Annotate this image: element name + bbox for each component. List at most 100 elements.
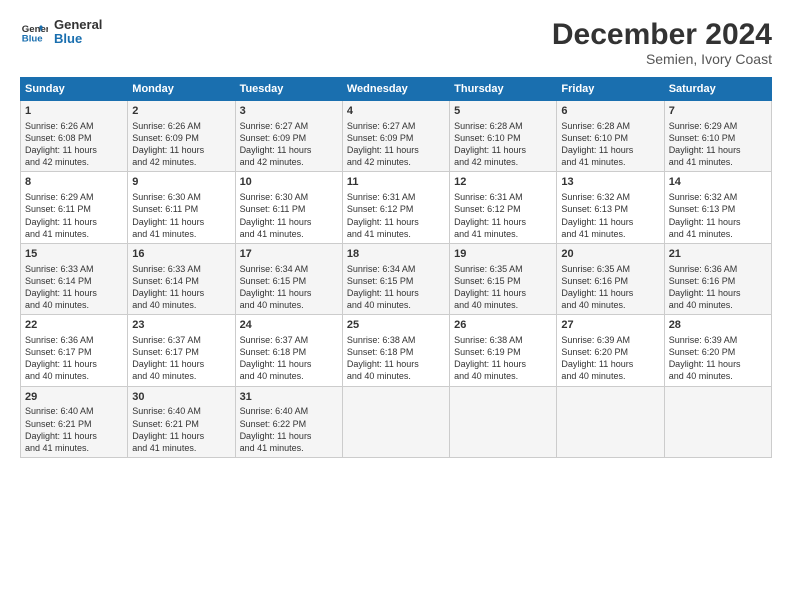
day-info-line: Daylight: 11 hours — [240, 358, 338, 370]
day-number: 22 — [25, 318, 123, 333]
day-number: 18 — [347, 247, 445, 262]
day-info-line: Sunset: 6:12 PM — [454, 203, 552, 215]
calendar-cell: 20Sunrise: 6:35 AMSunset: 6:16 PMDayligh… — [557, 243, 664, 314]
header-thursday: Thursday — [450, 78, 557, 101]
day-number: 13 — [561, 175, 659, 190]
header-monday: Monday — [128, 78, 235, 101]
day-info-line: and 40 minutes. — [454, 299, 552, 311]
day-info-line: Sunrise: 6:30 AM — [240, 191, 338, 203]
calendar-cell: 12Sunrise: 6:31 AMSunset: 6:12 PMDayligh… — [450, 172, 557, 243]
day-info-line: Sunset: 6:08 PM — [25, 132, 123, 144]
day-info-line: and 40 minutes. — [132, 370, 230, 382]
day-info-line: and 41 minutes. — [25, 228, 123, 240]
day-info-line: Sunrise: 6:29 AM — [669, 120, 767, 132]
day-info-line: Daylight: 11 hours — [240, 287, 338, 299]
day-info-line: Daylight: 11 hours — [347, 358, 445, 370]
day-number: 10 — [240, 175, 338, 190]
day-number: 27 — [561, 318, 659, 333]
logo-general: General — [54, 18, 102, 32]
calendar-cell: 5Sunrise: 6:28 AMSunset: 6:10 PMDaylight… — [450, 101, 557, 172]
day-info-line: Sunrise: 6:33 AM — [25, 263, 123, 275]
day-info-line: Sunset: 6:11 PM — [25, 203, 123, 215]
day-info-line: Daylight: 11 hours — [561, 358, 659, 370]
day-info-line: Daylight: 11 hours — [669, 287, 767, 299]
day-info-line: Sunset: 6:21 PM — [132, 418, 230, 430]
day-info-line: and 41 minutes. — [561, 156, 659, 168]
day-number: 3 — [240, 104, 338, 119]
day-info-line: Daylight: 11 hours — [132, 358, 230, 370]
day-info-line: Sunrise: 6:36 AM — [669, 263, 767, 275]
day-info-line: Sunset: 6:09 PM — [347, 132, 445, 144]
day-info-line: Sunset: 6:12 PM — [347, 203, 445, 215]
day-info-line: Sunset: 6:22 PM — [240, 418, 338, 430]
day-info-line: Daylight: 11 hours — [25, 358, 123, 370]
day-info-line: and 40 minutes. — [561, 299, 659, 311]
calendar-cell: 21Sunrise: 6:36 AMSunset: 6:16 PMDayligh… — [664, 243, 771, 314]
day-info-line: Daylight: 11 hours — [669, 358, 767, 370]
calendar-cell — [450, 386, 557, 457]
day-info-line: Sunrise: 6:28 AM — [561, 120, 659, 132]
day-number: 16 — [132, 247, 230, 262]
calendar-cell: 14Sunrise: 6:32 AMSunset: 6:13 PMDayligh… — [664, 172, 771, 243]
day-info-line: and 40 minutes. — [669, 299, 767, 311]
day-info-line: Sunset: 6:19 PM — [454, 346, 552, 358]
day-info-line: Sunset: 6:18 PM — [240, 346, 338, 358]
svg-text:Blue: Blue — [22, 34, 43, 45]
day-info-line: Sunrise: 6:35 AM — [454, 263, 552, 275]
calendar-cell: 29Sunrise: 6:40 AMSunset: 6:21 PMDayligh… — [21, 386, 128, 457]
calendar-body: 1Sunrise: 6:26 AMSunset: 6:08 PMDaylight… — [21, 101, 772, 458]
day-info-line: and 40 minutes. — [454, 370, 552, 382]
day-info-line: and 40 minutes. — [240, 370, 338, 382]
day-info-line: Daylight: 11 hours — [347, 287, 445, 299]
day-info-line: Sunset: 6:10 PM — [669, 132, 767, 144]
day-info-line: Sunrise: 6:37 AM — [240, 334, 338, 346]
day-info-line: Daylight: 11 hours — [669, 216, 767, 228]
header: General Blue General Blue December 2024 … — [20, 18, 772, 67]
day-info-line: Sunrise: 6:38 AM — [454, 334, 552, 346]
day-number: 21 — [669, 247, 767, 262]
day-number: 6 — [561, 104, 659, 119]
calendar-cell: 3Sunrise: 6:27 AMSunset: 6:09 PMDaylight… — [235, 101, 342, 172]
day-info-line: and 41 minutes. — [347, 228, 445, 240]
day-info-line: and 42 minutes. — [347, 156, 445, 168]
logo-blue: Blue — [54, 32, 102, 46]
day-info-line: and 41 minutes. — [669, 228, 767, 240]
calendar-cell: 22Sunrise: 6:36 AMSunset: 6:17 PMDayligh… — [21, 315, 128, 386]
calendar-cell: 7Sunrise: 6:29 AMSunset: 6:10 PMDaylight… — [664, 101, 771, 172]
page: General Blue General Blue December 2024 … — [0, 0, 792, 612]
calendar-cell: 6Sunrise: 6:28 AMSunset: 6:10 PMDaylight… — [557, 101, 664, 172]
day-info-line: and 40 minutes. — [240, 299, 338, 311]
calendar-cell: 25Sunrise: 6:38 AMSunset: 6:18 PMDayligh… — [342, 315, 449, 386]
day-number: 15 — [25, 247, 123, 262]
day-info-line: and 41 minutes. — [561, 228, 659, 240]
calendar-table: SundayMondayTuesdayWednesdayThursdayFrid… — [20, 77, 772, 458]
day-info-line: and 40 minutes. — [669, 370, 767, 382]
day-info-line: and 42 minutes. — [240, 156, 338, 168]
day-info-line: and 42 minutes. — [132, 156, 230, 168]
day-info-line: and 40 minutes. — [25, 299, 123, 311]
calendar-week-4: 22Sunrise: 6:36 AMSunset: 6:17 PMDayligh… — [21, 315, 772, 386]
day-number: 12 — [454, 175, 552, 190]
day-number: 5 — [454, 104, 552, 119]
calendar-cell: 8Sunrise: 6:29 AMSunset: 6:11 PMDaylight… — [21, 172, 128, 243]
day-number: 29 — [25, 390, 123, 405]
day-info-line: Sunrise: 6:39 AM — [561, 334, 659, 346]
calendar-cell: 19Sunrise: 6:35 AMSunset: 6:15 PMDayligh… — [450, 243, 557, 314]
day-info-line: Daylight: 11 hours — [347, 216, 445, 228]
day-info-line: Sunrise: 6:28 AM — [454, 120, 552, 132]
day-info-line: Sunrise: 6:40 AM — [132, 405, 230, 417]
day-info-line: Sunset: 6:13 PM — [561, 203, 659, 215]
day-info-line: Sunset: 6:14 PM — [25, 275, 123, 287]
calendar-cell: 30Sunrise: 6:40 AMSunset: 6:21 PMDayligh… — [128, 386, 235, 457]
day-info-line: and 40 minutes. — [132, 299, 230, 311]
calendar-cell: 17Sunrise: 6:34 AMSunset: 6:15 PMDayligh… — [235, 243, 342, 314]
day-info-line: Sunset: 6:20 PM — [669, 346, 767, 358]
day-info-line: Sunset: 6:21 PM — [25, 418, 123, 430]
day-info-line: Daylight: 11 hours — [669, 144, 767, 156]
day-number: 31 — [240, 390, 338, 405]
day-info-line: Daylight: 11 hours — [25, 216, 123, 228]
header-sunday: Sunday — [21, 78, 128, 101]
calendar-cell: 31Sunrise: 6:40 AMSunset: 6:22 PMDayligh… — [235, 386, 342, 457]
calendar-cell: 1Sunrise: 6:26 AMSunset: 6:08 PMDaylight… — [21, 101, 128, 172]
calendar-cell: 11Sunrise: 6:31 AMSunset: 6:12 PMDayligh… — [342, 172, 449, 243]
